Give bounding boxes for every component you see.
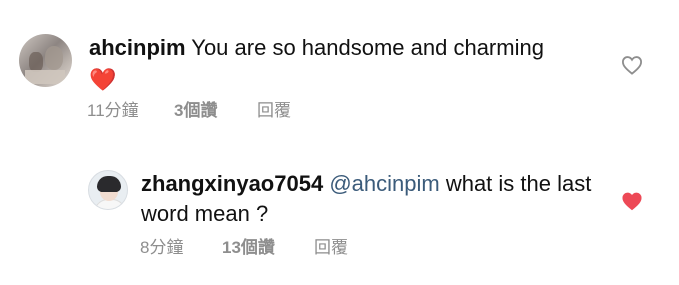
reply-body: zhangxinyao7054 @ahcinpim what is the la… — [141, 169, 611, 229]
heart-filled-icon[interactable] — [621, 191, 643, 211]
reply-button[interactable]: 回覆 — [257, 100, 291, 122]
heart-outline-icon[interactable] — [621, 55, 643, 75]
commenter-username[interactable]: ahcinpim — [89, 35, 186, 60]
reply-button[interactable]: 回覆 — [314, 237, 348, 259]
comment-body: ahcinpim You are so handsome and charmin… — [89, 33, 609, 95]
comment-like-count[interactable]: 3個讚 — [174, 100, 217, 122]
replier-username[interactable]: zhangxinyao7054 — [141, 171, 323, 196]
comment-timestamp[interactable]: 11分鐘 — [87, 100, 139, 122]
red-heart-emoji: ❤️ — [89, 67, 117, 92]
mention-link[interactable]: @ahcinpim — [329, 171, 439, 196]
commenter-avatar[interactable] — [19, 34, 72, 87]
replier-avatar[interactable] — [88, 170, 128, 210]
reply-like-count[interactable]: 13個讚 — [222, 237, 275, 259]
comment-text: You are so handsome and charming — [191, 35, 544, 60]
reply-timestamp[interactable]: 8分鐘 — [140, 237, 183, 259]
